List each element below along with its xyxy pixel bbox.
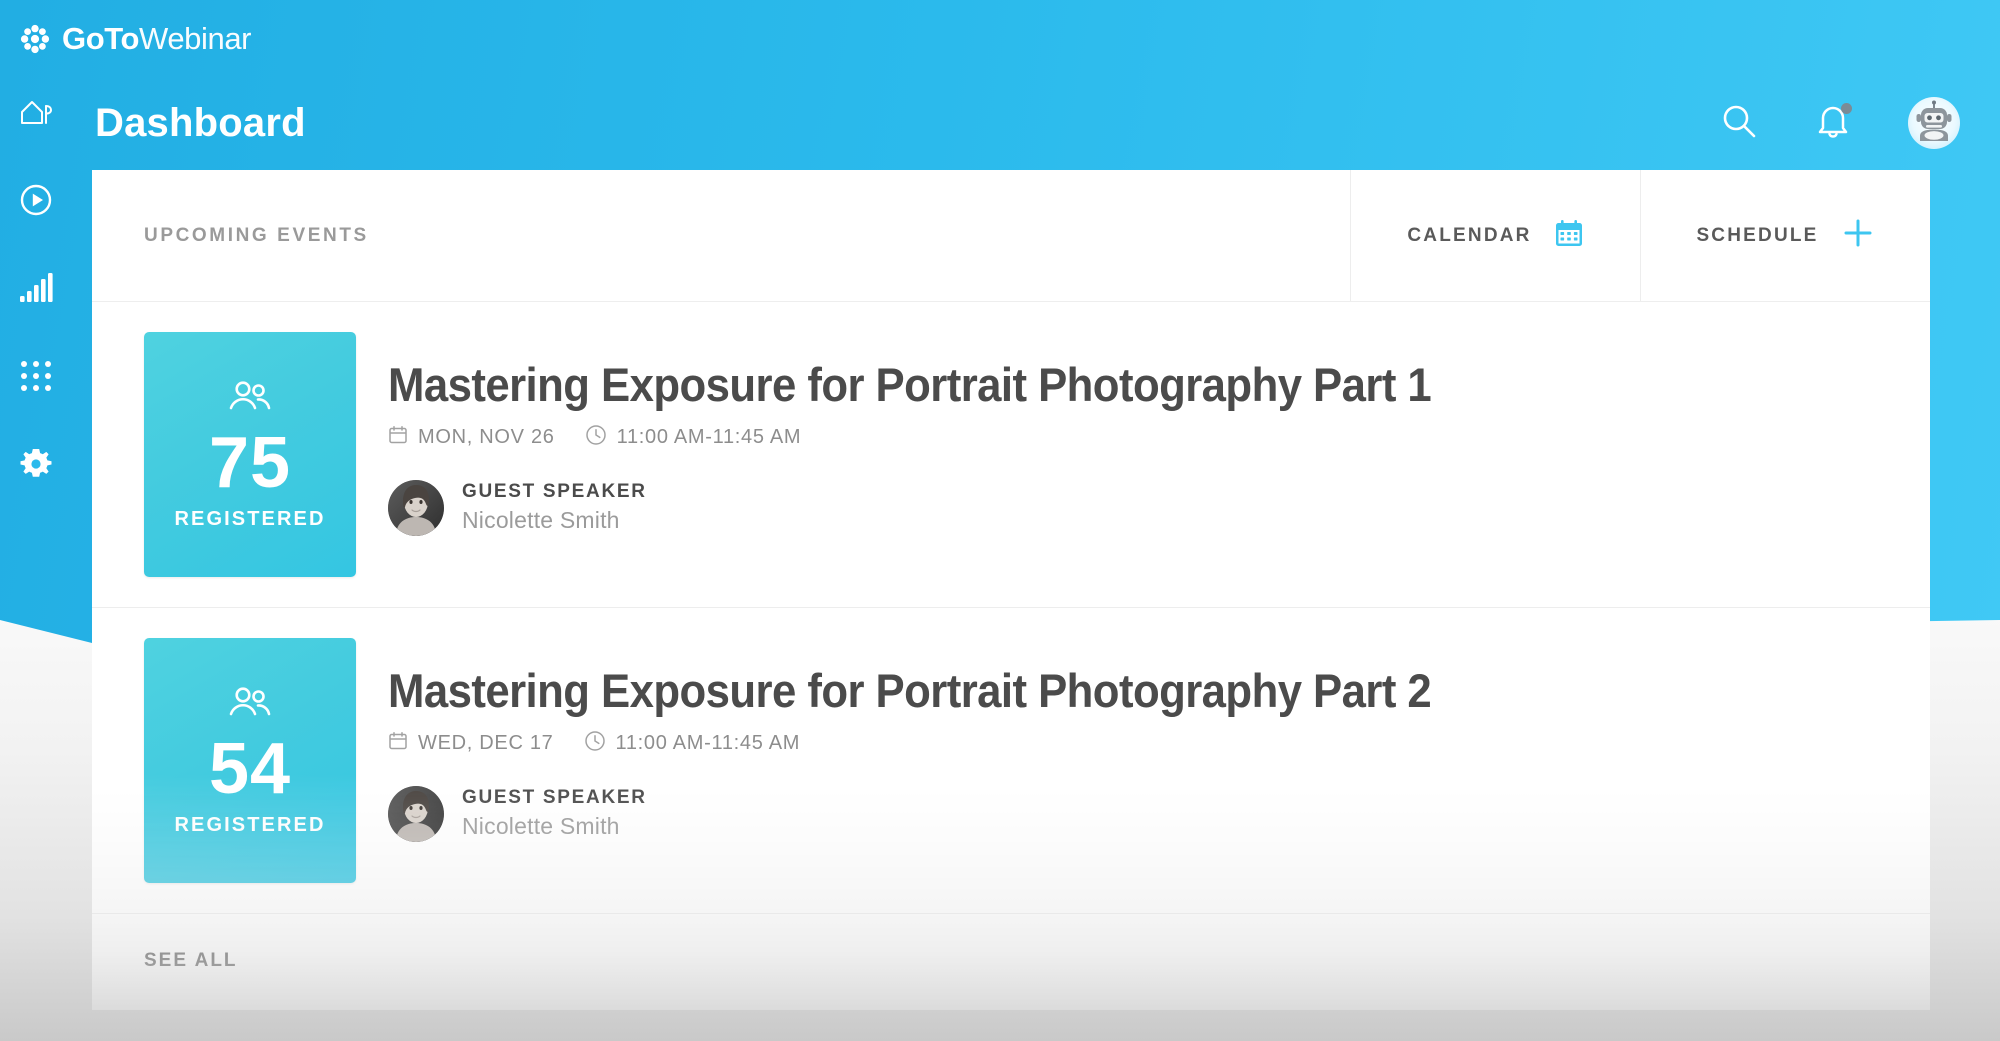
clock-icon (585, 424, 607, 452)
brand-bar: GoTo Webinar (0, 0, 2000, 78)
event-time: 11:00 AM-11:45 AM (584, 730, 801, 758)
speaker-role: GUEST SPEAKER (462, 787, 647, 809)
event-time-text: 11:00 AM-11:45 AM (615, 732, 801, 755)
event-time: 11:00 AM-11:45 AM (585, 424, 802, 452)
clock-icon (584, 730, 606, 758)
event-body: Mastering Exposure for Portrait Photogra… (356, 332, 1930, 536)
gotowebinar-asterisk-icon (18, 22, 52, 56)
event-date: WED, DEC 17 (388, 731, 554, 757)
registration-tile: 75 REGISTERED (144, 332, 356, 577)
brand-wordmark: GoTo Webinar (62, 21, 252, 57)
calendar-button[interactable]: CALENDAR (1350, 170, 1640, 301)
event-title: Mastering Exposure for Portrait Photogra… (388, 358, 1432, 411)
event-time-text: 11:00 AM-11:45 AM (616, 426, 802, 449)
speaker-name: Nicolette Smith (462, 813, 620, 840)
schedule-button[interactable]: SCHEDULE (1640, 170, 1930, 301)
event-row[interactable]: 75 REGISTERED Mastering Exposure for Por… (92, 302, 1930, 608)
speaker-role: GUEST SPEAKER (462, 481, 647, 503)
event-meta: WED, DEC 17 11:00 AM-11:45 AM (388, 730, 1930, 758)
calendar-small-icon (388, 425, 408, 451)
event-title: Mastering Exposure for Portrait Photogra… (388, 664, 1432, 717)
gear-icon (18, 446, 54, 482)
upcoming-events-card: UPCOMING EVENTS CALENDAR SCHEDULE 75 REG… (92, 170, 1930, 1010)
event-date-text: MON, NOV 26 (418, 426, 555, 449)
sidebar-item-apps[interactable] (16, 356, 56, 396)
brand-name-light: Webinar (139, 21, 252, 56)
search-button[interactable] (1720, 102, 1758, 145)
page-title: Dashboard (95, 100, 306, 145)
grid-apps-icon (20, 360, 52, 392)
avatar[interactable] (1908, 97, 1960, 149)
speaker-avatar (388, 785, 444, 842)
speaker-text: GUEST SPEAKER Nicolette Smith (462, 481, 647, 534)
calendar-icon (1554, 218, 1584, 254)
event-date: MON, NOV 26 (388, 425, 555, 451)
top-header: Dashboard (0, 78, 2000, 168)
search-icon (1720, 102, 1758, 145)
brand-name-strong: GoTo (62, 21, 140, 56)
home-icon (19, 96, 53, 128)
section-label: UPCOMING EVENTS (144, 224, 369, 246)
event-row[interactable]: 54 REGISTERED Mastering Exposure for Por… (92, 608, 1930, 914)
play-circle-icon (19, 183, 53, 217)
registration-tile: 54 REGISTERED (144, 638, 356, 883)
bar-chart-icon (19, 273, 53, 303)
schedule-button-label: SCHEDULE (1696, 224, 1819, 246)
event-date-text: WED, DEC 17 (418, 732, 554, 755)
sidebar-item-settings[interactable] (16, 444, 56, 484)
registered-count: 75 (208, 423, 292, 504)
registered-label: REGISTERED (174, 813, 326, 836)
notifications-button[interactable] (1814, 101, 1852, 146)
people-icon (225, 378, 275, 423)
speaker-text: GUEST SPEAKER Nicolette Smith (462, 787, 647, 840)
card-header: UPCOMING EVENTS CALENDAR SCHEDULE (92, 170, 1930, 302)
event-body: Mastering Exposure for Portrait Photogra… (356, 638, 1930, 842)
speaker-row: GUEST SPEAKER Nicolette Smith (388, 785, 1930, 842)
calendar-button-label: CALENDAR (1407, 224, 1532, 246)
plus-icon (1841, 216, 1875, 256)
calendar-small-icon (388, 731, 408, 757)
sidebar-item-recordings[interactable] (16, 180, 56, 220)
sidebar (0, 92, 72, 484)
sidebar-item-analytics[interactable] (16, 268, 56, 308)
see-all-link[interactable]: SEE ALL (92, 914, 238, 972)
sidebar-item-home[interactable] (16, 92, 56, 132)
event-meta: MON, NOV 26 11:00 AM-11:45 AM (388, 424, 1930, 452)
speaker-row: GUEST SPEAKER Nicolette Smith (388, 479, 1930, 536)
header-actions (1720, 97, 1960, 149)
notification-badge-dot (1841, 102, 1852, 114)
speaker-name: Nicolette Smith (462, 507, 620, 534)
speaker-avatar (388, 479, 444, 536)
registered-count: 54 (208, 729, 292, 810)
registered-label: REGISTERED (174, 507, 326, 530)
robot-avatar-icon (1914, 100, 1954, 147)
people-icon (225, 684, 275, 729)
